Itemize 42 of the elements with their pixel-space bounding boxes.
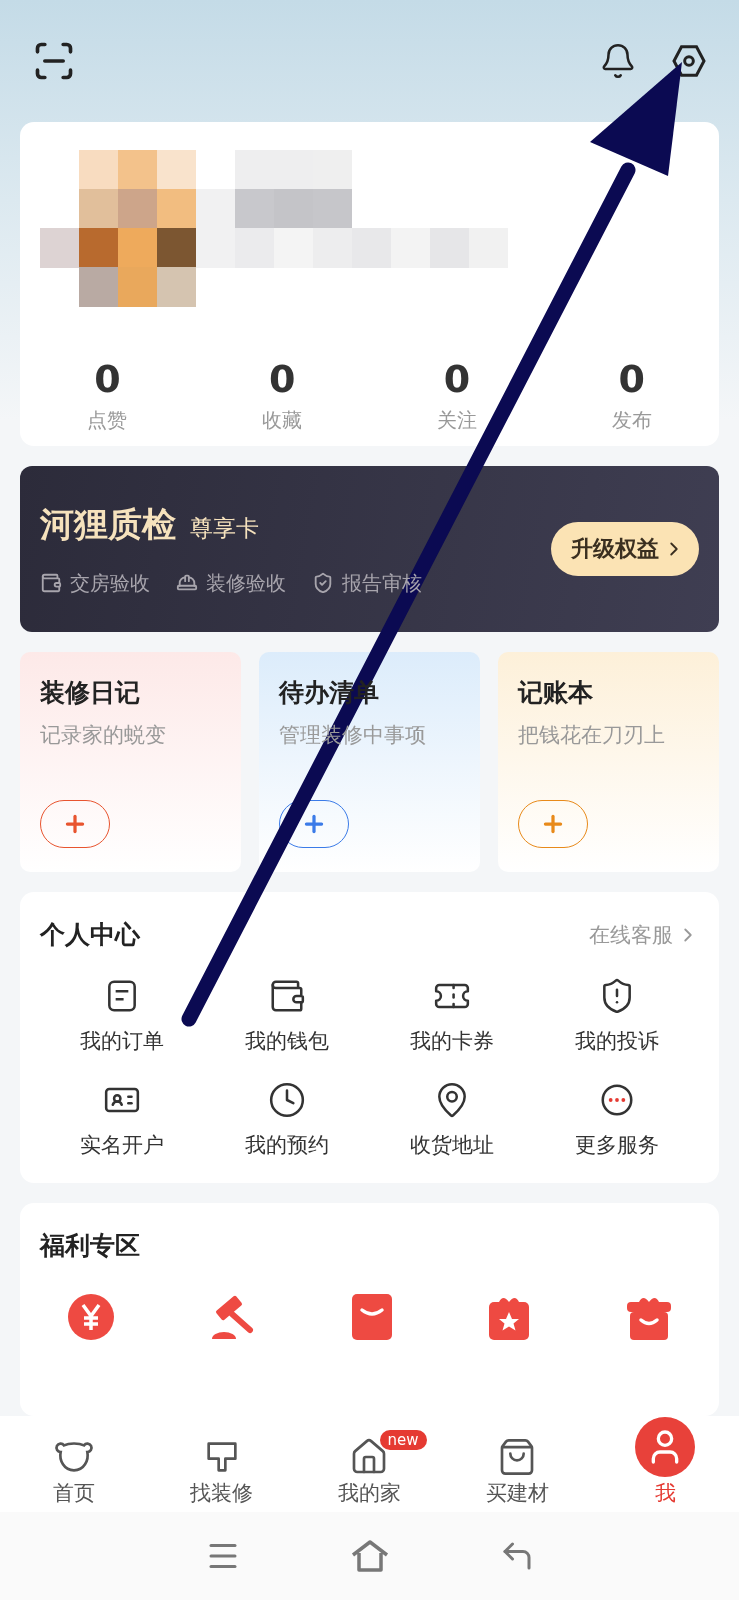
tool-title: 记账本 bbox=[518, 677, 594, 709]
stat-label: 收藏 bbox=[262, 407, 303, 434]
tool-title: 装修日记 bbox=[40, 677, 141, 709]
envelope-icon bbox=[349, 1292, 394, 1342]
service-label[interactable]: 我的预约 bbox=[245, 1131, 330, 1159]
stat-label: 发布 bbox=[611, 407, 652, 434]
service-label[interactable]: 我的卡券 bbox=[409, 1027, 494, 1055]
clock-icon[interactable] bbox=[268, 1081, 307, 1119]
tool-subtitle: 记录家的蜕变 bbox=[40, 722, 167, 749]
service-label[interactable]: 我的投诉 bbox=[574, 1027, 659, 1055]
tool-card[interactable]: 装修日记 记录家的蜕变 bbox=[20, 652, 241, 872]
wallet-icon bbox=[40, 572, 62, 594]
feature-label: 装修验收 bbox=[206, 569, 286, 597]
section-title: 福利专区 bbox=[40, 1230, 141, 1262]
wallet-icon[interactable] bbox=[268, 977, 307, 1015]
home-icon[interactable] bbox=[349, 1539, 390, 1573]
tool-card[interactable]: 记账本 把钱花在刀刃上 bbox=[498, 652, 719, 872]
stat-value: 0 bbox=[268, 357, 296, 401]
brand-title: 河狸质检 bbox=[40, 502, 176, 546]
stat-label: 点赞 bbox=[87, 407, 128, 434]
service-label[interactable]: 我的订单 bbox=[80, 1027, 165, 1055]
stat-label: 关注 bbox=[436, 407, 477, 434]
stat-value: 0 bbox=[443, 357, 471, 401]
service-label[interactable]: 更多服务 bbox=[574, 1131, 659, 1159]
shield-check-icon bbox=[312, 572, 334, 594]
section-title: 个人中心 bbox=[40, 919, 140, 951]
feature-label: 报告审核 bbox=[342, 569, 422, 597]
yen-coin-icon bbox=[66, 1292, 116, 1342]
membership-card[interactable]: 河狸质检 尊享卡 交房验收 装修验收 报告审核 升级权益 bbox=[20, 466, 719, 632]
upgrade-button[interactable]: 升级权益 bbox=[551, 522, 699, 576]
service-label[interactable]: 收货地址 bbox=[409, 1131, 494, 1159]
tool-subtitle: 把钱花在刀刃上 bbox=[518, 722, 666, 749]
new-badge: new bbox=[379, 1430, 427, 1450]
stat-value: 0 bbox=[618, 357, 645, 401]
tab-item[interactable]: 找装修 bbox=[147, 1416, 296, 1515]
service-label[interactable]: 我的钱包 bbox=[245, 1027, 330, 1055]
tab-item[interactable]: 首页 bbox=[0, 1416, 148, 1515]
tab-item[interactable]: 买建材 bbox=[443, 1416, 592, 1515]
service-label[interactable]: 实名开户 bbox=[80, 1131, 165, 1159]
stat-value: 0 bbox=[94, 357, 121, 401]
tier-label: 尊享卡 bbox=[190, 513, 259, 543]
feature-label: 交房验收 bbox=[70, 569, 150, 597]
